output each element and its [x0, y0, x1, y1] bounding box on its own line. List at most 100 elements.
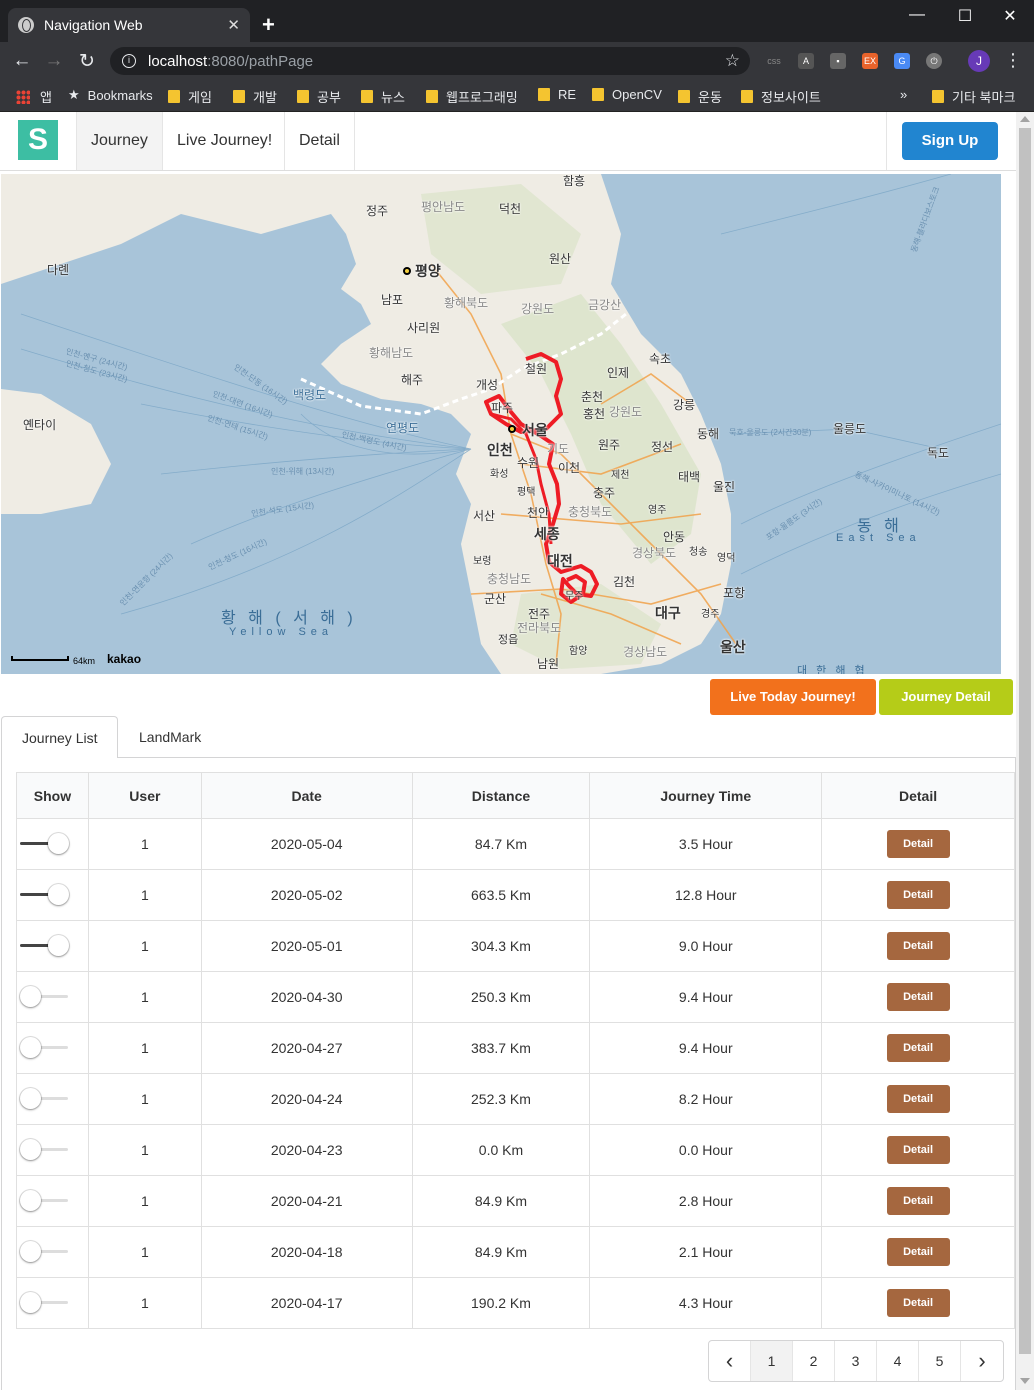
browser-menu-icon[interactable]: ⋮ [1004, 50, 1022, 71]
show-toggle[interactable] [20, 1190, 70, 1212]
bookmark-folder[interactable]: 뉴스 [361, 87, 405, 106]
table-row: 1 2020-04-18 84.9 Km 2.1 Hour Detail [16, 1226, 1015, 1278]
map-label: 함흥 [563, 174, 586, 188]
row-detail-button[interactable]: Detail [886, 983, 950, 1011]
folder-icon [741, 90, 753, 103]
journey-tabs: Journey List LandMark [1, 716, 1016, 759]
show-toggle[interactable] [20, 1241, 70, 1263]
show-toggle[interactable] [20, 986, 70, 1008]
map-label: 울산 [720, 639, 746, 655]
row-detail-button[interactable]: Detail [886, 932, 950, 960]
browser-tab[interactable]: Navigation Web ✕ [8, 8, 250, 42]
nav-detail[interactable]: Detail [284, 112, 355, 170]
navbar-divider [886, 112, 887, 170]
app-logo[interactable]: S [18, 120, 58, 160]
page-scrollbar[interactable] [1016, 112, 1034, 1390]
scrollbar-thumb[interactable] [1019, 128, 1031, 1354]
power-extension-icon[interactable]: ⏻ [926, 53, 942, 69]
journey-map[interactable]: 함흥 정주 평안남도 덕천 다롄 평양 원산 남포 황해북도 강원도 금강산 사… [1, 174, 1001, 674]
bookmark-folder[interactable]: 웹프로그래밍 [426, 87, 518, 106]
show-toggle[interactable] [20, 1139, 70, 1161]
map-label: 평양 [415, 263, 441, 279]
folder-icon [426, 90, 438, 103]
row-detail-button[interactable]: Detail [886, 1187, 950, 1215]
minimize-icon[interactable]: — [902, 6, 932, 24]
window-extension-icon[interactable]: ▪ [830, 53, 846, 69]
page-4[interactable]: 4 [877, 1341, 919, 1381]
bookmark-folder[interactable]: 개발 [233, 87, 277, 106]
map-label: 연평도 [386, 421, 420, 435]
show-toggle[interactable] [20, 935, 70, 957]
row-detail-button[interactable]: Detail [886, 1085, 950, 1113]
translate-extension-icon[interactable]: G [894, 53, 910, 69]
bookmark-label: 공부 [317, 90, 341, 105]
show-toggle[interactable] [20, 884, 70, 906]
toggle-knob [20, 1037, 42, 1058]
tab-journey-list[interactable]: Journey List [1, 716, 119, 759]
user-cell: 1 [87, 1073, 202, 1125]
map-label: 군산 [484, 592, 507, 606]
row-detail-button[interactable]: Detail [886, 1136, 950, 1164]
show-toggle[interactable] [20, 833, 70, 855]
css-extension-icon[interactable]: css [766, 53, 782, 69]
row-detail-button[interactable]: Detail [886, 1289, 950, 1317]
journey-time-cell: 9.0 Hour [589, 920, 823, 972]
bookmark-bookmarks[interactable]: ★ Bookmarks [68, 87, 153, 103]
show-toggle[interactable] [20, 1292, 70, 1314]
show-toggle[interactable] [20, 1037, 70, 1059]
distance-cell: 304.3 Km [411, 920, 591, 972]
tab-landmark[interactable]: LandMark [119, 716, 221, 758]
row-detail-button[interactable]: Detail [886, 881, 950, 909]
back-icon[interactable]: ← [10, 50, 34, 72]
page-5[interactable]: 5 [919, 1341, 961, 1381]
bookmark-folder[interactable]: RE [538, 87, 576, 102]
prev-page-button[interactable]: ‹ [709, 1341, 751, 1381]
col-show: Show [16, 772, 89, 819]
bookmark-folder[interactable]: 정보사이트 [741, 87, 821, 106]
star-icon: ★ [68, 87, 80, 102]
page-1[interactable]: 1 [751, 1341, 793, 1381]
next-page-button[interactable]: › [961, 1341, 1003, 1381]
journey-detail-button[interactable]: Journey Detail [879, 679, 1013, 715]
text-extension-icon[interactable]: A [798, 53, 814, 69]
new-tab-button[interactable]: + [262, 12, 275, 38]
page-2[interactable]: 2 [793, 1341, 835, 1381]
map-label: 안동 [663, 530, 686, 544]
page-3[interactable]: 3 [835, 1341, 877, 1381]
forward-icon[interactable]: → [42, 50, 66, 72]
ex-extension-icon[interactable]: EX [862, 53, 878, 69]
row-detail-button[interactable]: Detail [886, 1238, 950, 1266]
info-icon[interactable]: i [122, 54, 136, 68]
bookmark-star-icon[interactable]: ☆ [725, 51, 740, 71]
show-cell [16, 869, 89, 921]
journey-time-cell: 8.2 Hour [589, 1073, 823, 1125]
bookmark-folder[interactable]: OpenCV [592, 87, 662, 102]
detail-cell: Detail [821, 1226, 1015, 1278]
map-label: 영덕 [717, 553, 736, 564]
map-label: 화성 [490, 469, 509, 480]
other-bookmarks[interactable]: 기타 북마크 [932, 87, 1015, 106]
bookmark-folder[interactable]: 공부 [297, 87, 341, 106]
journey-time-cell: 9.4 Hour [589, 971, 823, 1023]
live-today-journey-button[interactable]: Live Today Journey! [710, 679, 876, 715]
row-detail-button[interactable]: Detail [886, 830, 950, 858]
address-bar[interactable]: i localhost:8080/pathPage ☆ [110, 47, 750, 75]
scroll-up-icon[interactable] [1020, 116, 1030, 122]
journey-time-cell: 3.5 Hour [589, 818, 823, 870]
row-detail-button[interactable]: Detail [886, 1034, 950, 1062]
reload-icon[interactable]: ↻ [75, 50, 99, 73]
scroll-down-icon[interactable] [1020, 1378, 1030, 1384]
map-scale-bar [11, 656, 69, 661]
bookmark-folder[interactable]: 운동 [678, 87, 722, 106]
close-tab-icon[interactable]: ✕ [227, 16, 240, 34]
close-window-icon[interactable]: ✕ [995, 6, 1025, 26]
profile-avatar[interactable]: J [968, 50, 990, 72]
bookmark-apps[interactable]: 앱 [16, 87, 52, 106]
bookmark-folder[interactable]: 게임 [168, 87, 212, 106]
maximize-icon[interactable]: ☐ [950, 6, 980, 26]
nav-journey[interactable]: Journey [76, 112, 162, 170]
bookmarks-overflow[interactable]: » [900, 87, 907, 102]
show-toggle[interactable] [20, 1088, 70, 1110]
sign-up-button[interactable]: Sign Up [902, 122, 998, 160]
nav-live-journey[interactable]: Live Journey! [162, 112, 286, 170]
